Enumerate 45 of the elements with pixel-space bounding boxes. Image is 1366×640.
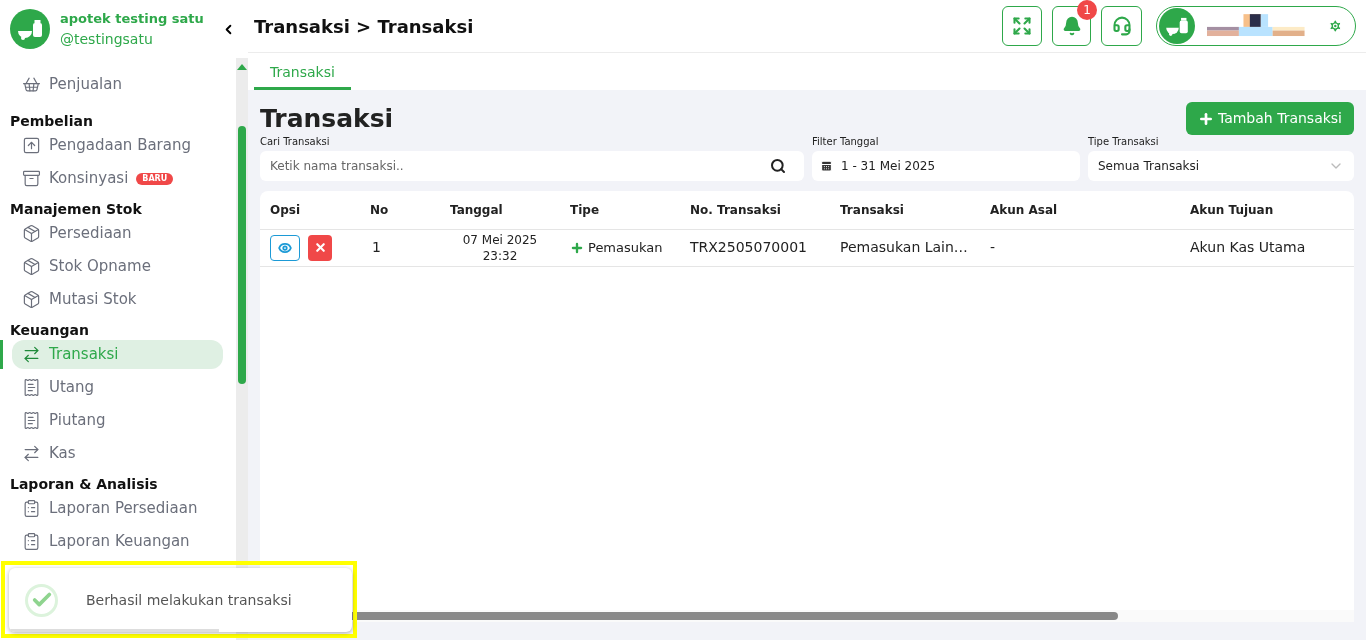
column-header: Opsi (270, 201, 302, 219)
sidebar-item[interactable]: Transaksi (12, 340, 223, 369)
sidebar-section-title: Manajemen Stok (9, 200, 143, 219)
type-select[interactable]: Semua Transaksi (1088, 150, 1354, 181)
search-field[interactable]: Ketik nama transaksi.. (260, 150, 804, 181)
sidebar-item[interactable]: Laporan Keuangan (12, 527, 223, 556)
add-transaction-button[interactable]: Tambah Transaksi (1185, 102, 1354, 136)
page-title: Transaksi (260, 103, 394, 135)
sidebar-item[interactable]: Konsinyasi BARU (12, 164, 223, 193)
column-header: Transaksi (840, 201, 905, 219)
sidebar-item[interactable]: Pengadaan Barang (12, 131, 223, 160)
column-header: Tanggal (450, 201, 504, 219)
sidebar-item[interactable]: Persediaan (12, 219, 223, 248)
store-handle: @testingsatu (60, 30, 154, 49)
sidebar-section-title: Laporan & Analisis (9, 475, 159, 494)
column-header: Tipe (570, 201, 601, 219)
field-label: Filter Tanggal (812, 134, 880, 149)
new-badge: BARU (136, 172, 174, 185)
date-filter-field[interactable]: 1 - 31 Mei 2025 (812, 150, 1080, 181)
sidebar-item[interactable]: Utang (12, 373, 223, 402)
sidebar-item[interactable]: Piutang (12, 406, 223, 435)
column-header: No (370, 201, 390, 219)
breadcrumb: Transaksi > Transaksi (254, 14, 474, 39)
column-header: No. Transaksi (690, 201, 782, 219)
column-header: Akun Tujuan (1190, 201, 1275, 219)
sidebar-item[interactable]: Kas (12, 439, 223, 468)
store-name: apotek testing satu (60, 10, 204, 28)
column-header: Akun Asal (990, 201, 1059, 219)
field-label: Tipe Transaksi (1088, 134, 1160, 149)
table-cell-text: 07 Mei 2025 23:32 (461, 231, 539, 264)
table-cell-text: TRX2505070001 (690, 238, 808, 257)
table-cell-text: 1 (371, 238, 382, 257)
sidebar-item[interactable]: Mutasi Stok (12, 285, 223, 314)
field-label: Cari Transaksi (260, 134, 331, 149)
sidebar-section-title: Pembelian (9, 112, 94, 131)
table-cell-text: Pemasukan Lain… (840, 238, 969, 257)
table-cell-text: - (990, 238, 997, 257)
sidebar-section-title: Keuangan (9, 321, 90, 340)
table-cell-text: Pemasukan (588, 238, 663, 257)
toast-message: Berhasil melakukan transaksi (86, 590, 292, 610)
sidebar-item[interactable]: Laporan Persediaan (12, 494, 223, 523)
notification-count: 1 (1077, 0, 1097, 20)
sidebar-item[interactable]: Penjualan (12, 70, 223, 99)
sidebar-item[interactable]: Stok Opname (12, 252, 223, 281)
table-cell-text: Akun Kas Utama (1190, 238, 1307, 257)
